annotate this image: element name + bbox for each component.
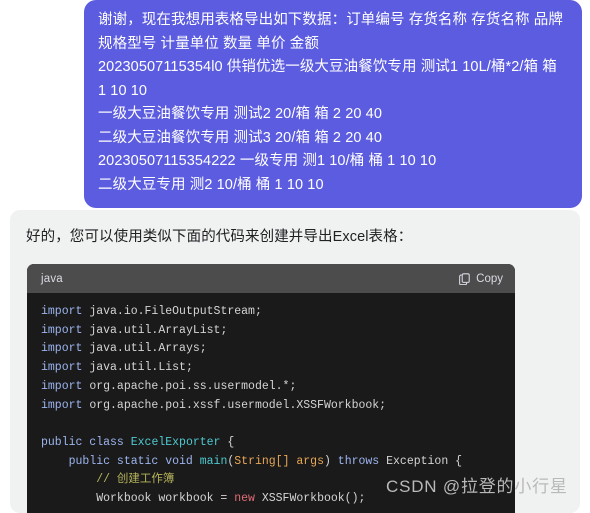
code-content[interactable]: import java.io.FileOutputStream; import … xyxy=(27,293,515,513)
code-line: import org.apache.poi.ss.usermodel.*; xyxy=(41,379,297,393)
code-line: Workbook workbook = new XSSFWorkbook(); xyxy=(41,492,366,506)
copy-code-button[interactable]: Copy xyxy=(458,272,503,285)
user-message-text: 谢谢，现在我想用表格导出如下数据：订单编号 存货名称 存货名称 品牌 规格型号 … xyxy=(98,12,563,193)
user-message-bubble: 谢谢，现在我想用表格导出如下数据：订单编号 存货名称 存货名称 品牌 规格型号 … xyxy=(84,0,582,208)
code-block-header: java Copy xyxy=(27,264,515,293)
user-message-row: 谢谢，现在我想用表格导出如下数据：订单编号 存货名称 存货名称 品牌 规格型号 … xyxy=(0,0,590,208)
code-line: import java.util.Arrays; xyxy=(41,342,207,356)
code-line: import java.io.FileOutputStream; xyxy=(41,305,262,318)
code-line: import java.util.ArrayList; xyxy=(41,323,228,337)
code-line: public class ExcelExporter { xyxy=(41,435,235,449)
copy-button-label: Copy xyxy=(476,272,503,285)
assistant-message-card: 好的，您可以使用类似下面的代码来创建并导出Excel表格： java Copy … xyxy=(10,210,580,513)
assistant-intro-text: 好的，您可以使用类似下面的代码来创建并导出Excel表格： xyxy=(26,229,413,245)
code-block: java Copy import java.io.FileOutputStrea… xyxy=(27,264,515,513)
code-line: import java.util.List; xyxy=(41,361,193,375)
copy-icon xyxy=(458,272,471,285)
code-line: // 创建工作簿 xyxy=(41,473,175,487)
code-line: import org.apache.poi.xssf.usermodel.XSS… xyxy=(41,398,387,412)
code-line: public static void main(String[] args) t… xyxy=(68,454,463,468)
code-language-label: java xyxy=(41,272,63,285)
